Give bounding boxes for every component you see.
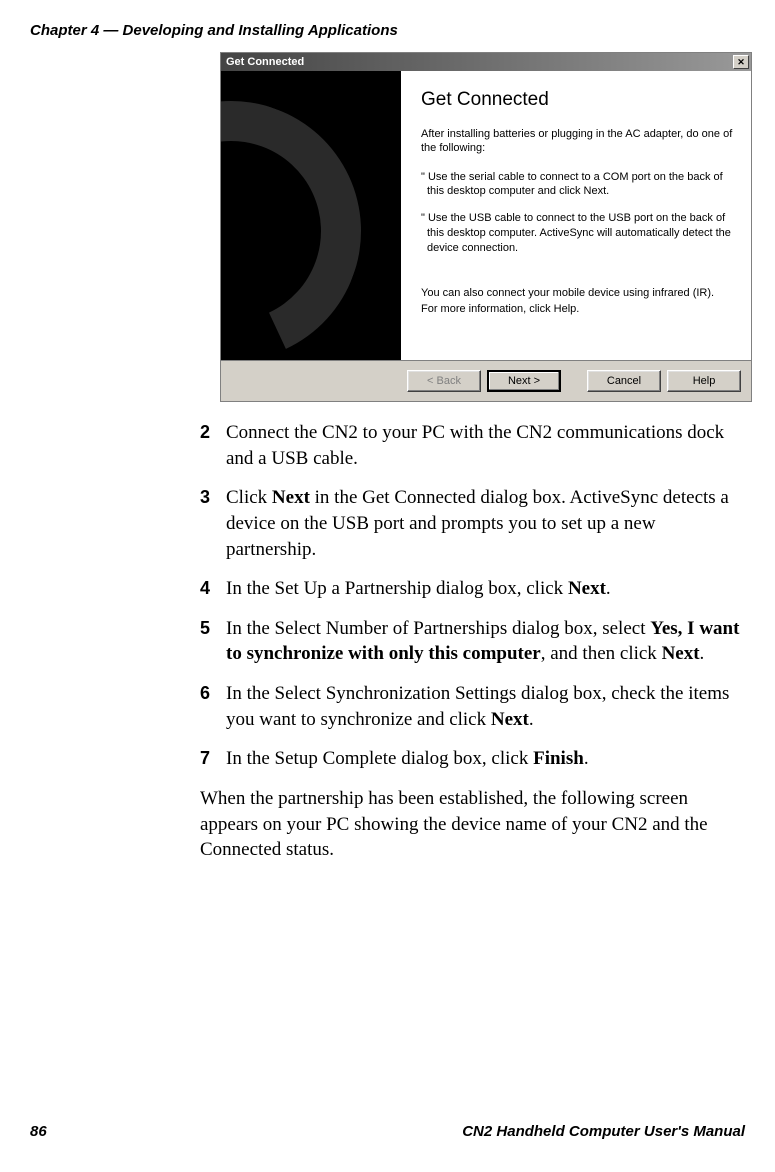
- step-number: 6: [200, 681, 226, 732]
- step-number: 5: [200, 616, 226, 667]
- closing-paragraph: When the partnership has been establishe…: [200, 786, 745, 863]
- step-number: 3: [200, 485, 226, 562]
- step-4: 4 In the Set Up a Partnership dialog box…: [200, 576, 745, 602]
- instruction-list: 2 Connect the CN2 to your PC with the CN…: [200, 420, 745, 863]
- next-button[interactable]: Next >: [487, 370, 561, 392]
- help-button[interactable]: Help: [667, 370, 741, 392]
- step-7: 7 In the Setup Complete dialog box, clic…: [200, 746, 745, 772]
- step-2: 2 Connect the CN2 to your PC with the CN…: [200, 420, 745, 471]
- step-6: 6 In the Select Synchronization Settings…: [200, 681, 745, 732]
- dialog-body: Get Connected After installing batteries…: [221, 71, 751, 361]
- dialog-heading: Get Connected: [421, 89, 735, 111]
- chapter-header: Chapter 4 — Developing and Installing Ap…: [30, 22, 398, 39]
- step-number: 4: [200, 576, 226, 602]
- wizard-sidebar-image: [221, 71, 401, 360]
- step-text: In the Set Up a Partnership dialog box, …: [226, 576, 745, 602]
- dialog-titlebar: Get Connected ✕: [221, 53, 751, 71]
- dialog-intro: After installing batteries or plugging i…: [421, 127, 735, 156]
- step-3: 3 Click Next in the Get Connected dialog…: [200, 485, 745, 562]
- dialog-button-row: < Back Next > Cancel Help: [221, 361, 751, 401]
- close-icon[interactable]: ✕: [733, 55, 749, 69]
- page-footer: 86 CN2 Handheld Computer User's Manual: [30, 1123, 745, 1140]
- step-text: In the Setup Complete dialog box, click …: [226, 746, 745, 772]
- dialog-title: Get Connected: [223, 56, 304, 68]
- page-number: 86: [30, 1123, 47, 1140]
- dialog-bullet-2: " Use the USB cable to connect to the US…: [421, 211, 735, 256]
- dialog-content: Get Connected After installing batteries…: [401, 71, 751, 360]
- step-text: In the Select Synchronization Settings d…: [226, 681, 745, 732]
- dialog-note-2: For more information, click Help.: [421, 302, 735, 316]
- step-text: Click Next in the Get Connected dialog b…: [226, 485, 745, 562]
- dialog-note-1: You can also connect your mobile device …: [421, 286, 735, 300]
- back-button[interactable]: < Back: [407, 370, 481, 392]
- manual-title: CN2 Handheld Computer User's Manual: [462, 1123, 745, 1140]
- step-number: 7: [200, 746, 226, 772]
- get-connected-dialog: Get Connected ✕ Get Connected After inst…: [220, 52, 752, 402]
- step-number: 2: [200, 420, 226, 471]
- cancel-button[interactable]: Cancel: [587, 370, 661, 392]
- step-text: In the Select Number of Partnerships dia…: [226, 616, 745, 667]
- dialog-bullet-1: " Use the serial cable to connect to a C…: [421, 170, 735, 200]
- step-text: Connect the CN2 to your PC with the CN2 …: [226, 420, 745, 471]
- step-5: 5 In the Select Number of Partnerships d…: [200, 616, 745, 667]
